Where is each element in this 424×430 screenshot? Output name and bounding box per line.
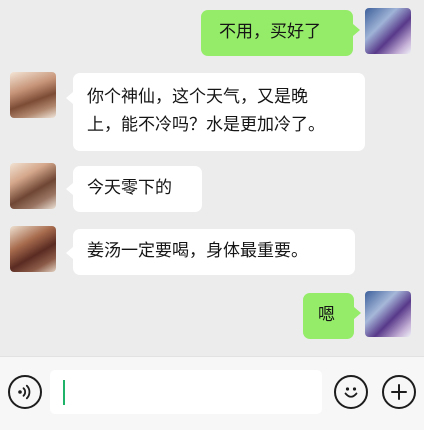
chat-message-list[interactable]: 不用，买好了 你个神仙，这个天气，又是晚 上，能不冷吗？水是更加冷了。 今天零下… [0, 0, 424, 356]
message-text: 姜汤一定要喝，身体最重要。 [87, 241, 308, 261]
emoji-icon [344, 387, 358, 398]
message-text: 不用，买好了 [219, 22, 321, 42]
contact-avatar[interactable] [10, 226, 56, 272]
bubble-tail [66, 183, 73, 195]
contact-avatar[interactable] [10, 163, 56, 209]
self-avatar[interactable] [365, 8, 411, 54]
message-text: 嗯 [318, 305, 335, 325]
bubble-tail [66, 92, 73, 104]
bubble-tail [354, 307, 361, 319]
message-bubble[interactable]: 你个神仙，这个天气，又是晚 上，能不冷吗？水是更加冷了。 [73, 73, 365, 151]
text-cursor [63, 380, 65, 405]
voice-icon [18, 384, 31, 400]
message-bubble[interactable]: 不用，买好了 [201, 10, 353, 56]
add-button[interactable] [382, 375, 416, 409]
message-text-line: 上，能不冷吗？水是更加冷了。 [87, 115, 325, 135]
message-bubble[interactable]: 嗯 [303, 293, 354, 339]
message-input[interactable] [50, 370, 322, 414]
message-text: 今天零下的 [87, 178, 172, 198]
message-bubble[interactable]: 今天零下的 [73, 166, 202, 212]
self-avatar[interactable] [365, 291, 411, 337]
add-icon [391, 384, 407, 400]
message-bubble[interactable]: 姜汤一定要喝，身体最重要。 [73, 229, 355, 275]
chat-input-bar [0, 356, 424, 430]
message-text-line: 你个神仙，这个天气，又是晚 [87, 87, 308, 107]
contact-avatar[interactable] [10, 72, 56, 118]
emoji-button[interactable] [334, 375, 368, 409]
voice-button[interactable] [8, 375, 42, 409]
bubble-tail [66, 247, 73, 259]
bubble-tail [353, 24, 360, 36]
